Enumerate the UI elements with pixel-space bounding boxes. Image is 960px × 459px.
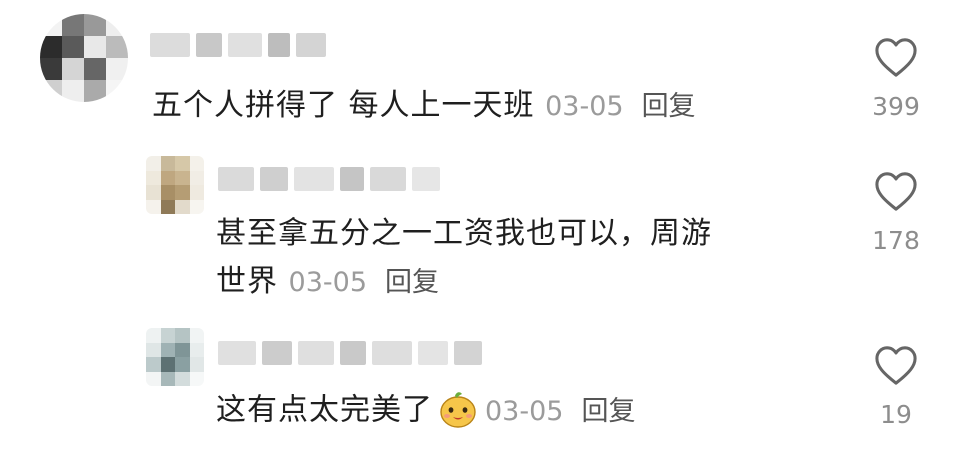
heart-outline-icon	[875, 346, 917, 385]
reply-button[interactable]: 回复	[581, 396, 635, 427]
avatar[interactable]	[146, 328, 204, 386]
like-count: 19	[880, 400, 912, 429]
username[interactable]	[218, 338, 482, 368]
comment-date: 03-05	[288, 267, 368, 298]
heart-outline-icon	[875, 172, 917, 211]
avatar[interactable]	[146, 156, 204, 214]
like-button[interactable]: 178	[856, 170, 936, 255]
like-count: 399	[872, 92, 920, 121]
reply-button[interactable]: 回复	[385, 267, 439, 298]
avatar[interactable]	[40, 14, 128, 102]
username[interactable]	[150, 30, 326, 60]
like-button[interactable]: 19	[856, 344, 936, 429]
like-count: 178	[872, 226, 920, 255]
comment-date: 03-05	[545, 91, 624, 122]
comment-text: 甚至拿五分之一工资我也可以，周游 世界 03-05 回复	[216, 216, 712, 299]
reply-button[interactable]: 回复	[642, 91, 696, 122]
comment-date: 03-05	[485, 395, 564, 427]
username[interactable]	[218, 164, 440, 194]
comment-text: 这有点太完美了 03-05 回复	[216, 388, 635, 434]
heart-outline-icon	[875, 38, 917, 77]
smiling-face-emoji	[440, 392, 476, 428]
like-button[interactable]: 399	[856, 36, 936, 121]
comment-text: 五个人拼得了 每人上一天班 03-05 回复	[152, 88, 696, 123]
